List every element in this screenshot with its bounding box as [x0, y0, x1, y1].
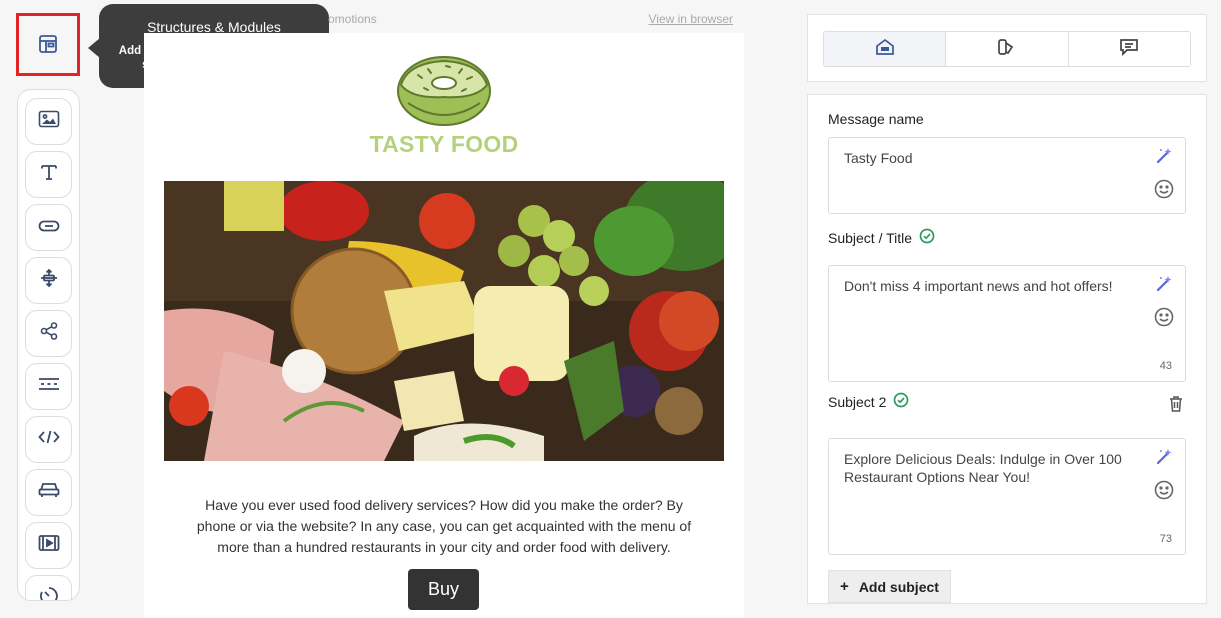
buy-button[interactable]: Buy [408, 569, 479, 610]
magic-wand-icon[interactable] [1155, 275, 1173, 298]
subject-2-label-text: Subject 2 [828, 393, 887, 410]
timer-block-button[interactable] [25, 575, 72, 600]
banner-block-button[interactable] [25, 469, 72, 516]
tab-comments[interactable] [1068, 32, 1190, 66]
trash-icon[interactable] [1168, 395, 1184, 418]
comment-icon [1119, 38, 1139, 61]
text-block-button[interactable] [25, 151, 72, 198]
subject-2-field[interactable]: Explore Delicious Deals: Indulge in Over… [828, 438, 1186, 555]
check-circle-icon [893, 392, 909, 411]
message-name-value: Tasty Food [844, 150, 913, 166]
email-body-text: Have you ever used food delivery service… [196, 497, 692, 555]
spacer-icon [39, 268, 59, 293]
message-name-field[interactable]: Tasty Food [828, 137, 1186, 214]
tag-icon [997, 38, 1017, 61]
email-settings-icon [875, 38, 895, 61]
image-block-button[interactable] [25, 98, 72, 145]
menu-icon [38, 377, 60, 396]
subject-title-label: Subject / Title [828, 228, 935, 247]
email-canvas[interactable]: TASTY FOOD Have you ever used food deliv… [144, 33, 744, 618]
menu-block-button[interactable] [25, 363, 72, 410]
subject-2-value: Explore Delicious Deals: Indulge in Over… [844, 451, 1122, 485]
subject-char-count: 43 [1159, 360, 1172, 372]
subject-2-char-count: 73 [1159, 533, 1172, 545]
hero-food-image[interactable] [164, 181, 724, 461]
structures-modules-button[interactable] [16, 13, 80, 76]
plus-icon: + [840, 578, 849, 595]
emoji-icon[interactable] [1154, 480, 1174, 505]
add-subject-button[interactable]: + Add subject [828, 570, 951, 603]
structures-modules-icon [38, 30, 58, 59]
image-icon [38, 110, 60, 133]
subject-value: Don't miss 4 important news and hot offe… [844, 278, 1113, 294]
emoji-icon[interactable] [1154, 307, 1174, 332]
magic-wand-icon[interactable] [1155, 147, 1173, 170]
view-in-browser-link[interactable]: View in browser [649, 12, 733, 26]
banner-icon [38, 481, 60, 504]
tab-tags[interactable] [946, 32, 1069, 66]
message-settings-panel: Message name Tasty Food Subject / Title [807, 94, 1207, 604]
message-name-label: Message name [828, 111, 924, 127]
email-preheader: omotions [328, 12, 377, 26]
subject-field[interactable]: Don't miss 4 important news and hot offe… [828, 265, 1186, 382]
video-block-button[interactable] [25, 522, 72, 569]
video-icon [38, 534, 60, 557]
subject-2-label: Subject 2 [828, 392, 909, 411]
spacer-block-button[interactable] [25, 257, 72, 304]
button-block-button[interactable] [25, 204, 72, 251]
logo-text: TASTY FOOD [369, 131, 519, 157]
check-circle-icon [919, 228, 935, 247]
email-preheader-row: omotions View in browser [320, 11, 744, 27]
social-block-button[interactable] [25, 310, 72, 357]
text-icon [40, 163, 58, 186]
emoji-icon[interactable] [1154, 179, 1174, 204]
html-block-button[interactable] [25, 416, 72, 463]
subject-label-text: Subject / Title [828, 229, 913, 246]
timer-icon [39, 586, 59, 600]
social-share-icon [39, 321, 59, 346]
html-code-icon [37, 429, 60, 450]
add-subject-label: Add subject [858, 578, 939, 595]
message-name-label-text: Message name [828, 111, 924, 127]
magic-wand-icon[interactable] [1155, 448, 1173, 471]
button-icon [38, 219, 60, 237]
tools-palette [17, 89, 80, 601]
settings-tabs [807, 14, 1207, 82]
tab-email-settings[interactable] [824, 32, 947, 66]
